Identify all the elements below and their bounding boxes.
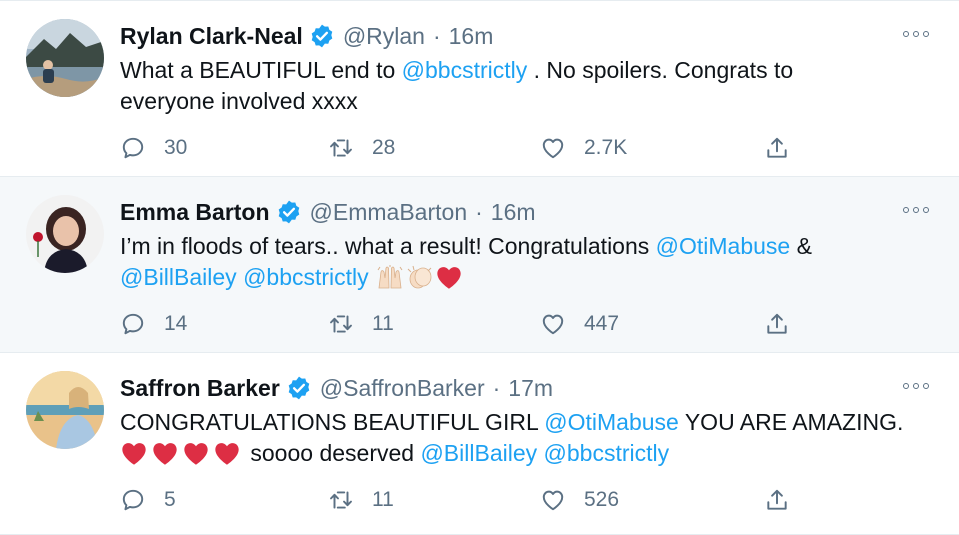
tweet[interactable]: Saffron Barker @SaffronBarker · 17m CONG…: [0, 353, 959, 535]
more-options-icon[interactable]: [903, 381, 929, 391]
reply-icon: [122, 313, 144, 335]
display-name[interactable]: Emma Barton: [120, 199, 270, 226]
text-segment: YOU ARE AMAZING.: [678, 409, 904, 435]
display-name[interactable]: Saffron Barker: [120, 375, 280, 402]
handle[interactable]: @EmmaBarton: [310, 199, 468, 226]
tweet-text: I’m in floods of tears.. what a result! …: [120, 231, 930, 293]
display-name[interactable]: Rylan Clark-Neal: [120, 23, 303, 50]
tweet-text: CONGRATULATIONS BEAUTIFUL GIRL @OtiMabus…: [120, 407, 930, 469]
handle[interactable]: @Rylan: [343, 23, 425, 50]
red-heart-emoji-icon: [184, 443, 208, 465]
red-heart-emoji-icon: [122, 443, 146, 465]
reply-icon: [122, 489, 144, 511]
mention-link[interactable]: @bbcstrictly: [544, 440, 670, 466]
handle[interactable]: @SaffronBarker: [320, 375, 485, 402]
avatar[interactable]: [26, 371, 104, 449]
like-icon: [542, 490, 564, 511]
share-button[interactable]: [764, 307, 790, 341]
verified-badge-icon: [276, 199, 302, 225]
tweet-text-line: soooo deserved @BillBailey @bbcstrictly: [120, 438, 930, 469]
tweet[interactable]: Emma Barton @EmmaBarton · 16m I’m in flo…: [0, 177, 959, 353]
tweet-text-line: everyone involved xxxx: [120, 86, 930, 117]
tweet-actions: 30 28 2.7K: [120, 131, 810, 165]
red-heart-emoji-icon: [153, 443, 177, 465]
reply-button[interactable]: 5: [120, 483, 176, 517]
verified-badge-icon: [286, 375, 312, 401]
more-options-icon[interactable]: [903, 29, 929, 39]
retweet-count: 11: [372, 312, 394, 335]
text-segment: What a BEAUTIFUL end to: [120, 57, 402, 83]
text-segment: soooo deserved: [244, 440, 421, 466]
tweet-text-line: @BillBailey @bbcstrictly: [120, 262, 930, 293]
reply-icon: [122, 137, 144, 159]
verified-badge-icon: [309, 23, 335, 49]
timestamp[interactable]: 16m: [449, 23, 494, 50]
like-icon: [542, 138, 564, 159]
text-segment: everyone involved xxxx: [120, 88, 358, 114]
text-segment: &: [790, 233, 812, 259]
like-button[interactable]: 447: [540, 307, 619, 341]
red-heart-emoji-icon: [215, 443, 239, 465]
tweet-text-line: CONGRATULATIONS BEAUTIFUL GIRL @OtiMabus…: [120, 407, 930, 438]
timestamp[interactable]: 17m: [508, 375, 553, 402]
mention-link[interactable]: @OtiMabuse: [656, 233, 791, 259]
avatar[interactable]: [26, 19, 104, 97]
tweet-text: What a BEAUTIFUL end to @bbcstrictly . N…: [120, 55, 930, 117]
tweet-feed: Rylan Clark-Neal @Rylan · 16m What a BEA…: [0, 0, 959, 535]
retweet-icon: [330, 139, 352, 157]
retweet-icon: [330, 491, 352, 509]
share-icon: [767, 489, 787, 510]
retweet-button[interactable]: 28: [328, 131, 395, 165]
share-button[interactable]: [764, 131, 790, 165]
tweet-text-line: What a BEAUTIFUL end to @bbcstrictly . N…: [120, 55, 930, 86]
avatar[interactable]: [26, 195, 104, 273]
mention-link[interactable]: @OtiMabuse: [544, 409, 679, 435]
reply-count: 30: [164, 136, 188, 159]
clapping-hands-emoji-icon: [407, 265, 432, 289]
like-icon: [542, 314, 564, 335]
separator: ·: [492, 374, 501, 401]
tweet-header: Saffron Barker @SaffronBarker · 17m: [120, 371, 553, 405]
like-button[interactable]: 2.7K: [540, 131, 627, 165]
text-segment: I’m in floods of tears.. what a result! …: [120, 233, 656, 259]
reply-button[interactable]: 30: [120, 131, 187, 165]
tweet-actions: 5 11 526: [120, 483, 810, 517]
retweet-icon: [330, 315, 352, 333]
retweet-count: 28: [372, 136, 396, 159]
tweet-header: Rylan Clark-Neal @Rylan · 16m: [120, 19, 493, 53]
share-icon: [767, 313, 787, 334]
separator: ·: [475, 198, 483, 225]
timestamp[interactable]: 16m: [491, 199, 536, 226]
mention-link[interactable]: @bbcstrictly: [402, 57, 528, 83]
like-count: 2.7K: [584, 136, 628, 159]
share-icon: [767, 137, 787, 158]
retweet-button[interactable]: 11: [328, 307, 394, 341]
share-button[interactable]: [764, 483, 790, 517]
text-segment: . No spoilers. Congrats to: [527, 57, 794, 83]
tweet-actions: 14 11 447: [120, 307, 810, 341]
tweet[interactable]: Rylan Clark-Neal @Rylan · 16m What a BEA…: [0, 1, 959, 177]
tweet-text-line: I’m in floods of tears.. what a result! …: [120, 231, 930, 262]
like-count: 447: [584, 312, 620, 335]
mention-link[interactable]: @BillBailey: [120, 264, 237, 290]
text-segment: CONGRATULATIONS BEAUTIFUL GIRL: [120, 409, 545, 435]
red-heart-emoji-icon: [437, 267, 461, 289]
mention-link[interactable]: @BillBailey: [420, 440, 537, 466]
like-count: 526: [584, 488, 620, 511]
reply-count: 14: [164, 312, 188, 335]
like-button[interactable]: 526: [540, 483, 619, 517]
tweet-header: Emma Barton @EmmaBarton · 16m: [120, 195, 536, 229]
retweet-button[interactable]: 11: [328, 483, 394, 517]
reply-button[interactable]: 14: [120, 307, 187, 341]
raised-hands-emoji-icon: [377, 265, 403, 289]
separator: ·: [432, 22, 441, 49]
mention-link[interactable]: @bbcstrictly: [243, 264, 369, 290]
reply-count: 5: [164, 488, 176, 511]
retweet-count: 11: [372, 488, 394, 511]
more-options-icon[interactable]: [903, 205, 929, 215]
